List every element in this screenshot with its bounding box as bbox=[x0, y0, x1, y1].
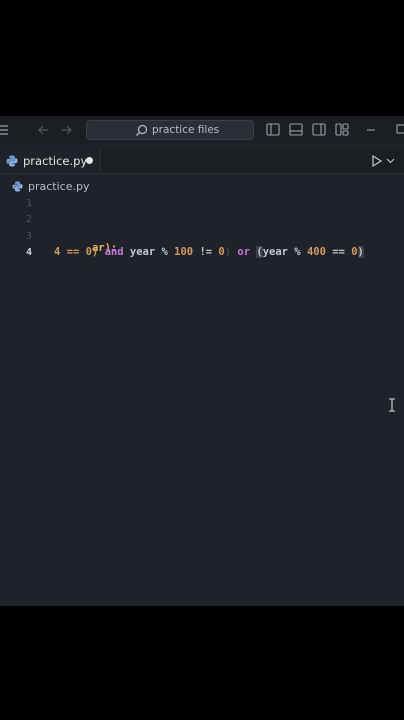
titlebar: practice files bbox=[0, 116, 404, 144]
maximize-icon[interactable] bbox=[396, 123, 404, 135]
tab-label: practice.py bbox=[23, 154, 88, 168]
code-token: 100 bbox=[174, 246, 200, 258]
line-number-active: 4 bbox=[25, 247, 32, 258]
layout-left-icon[interactable] bbox=[266, 123, 280, 136]
run-icon[interactable] bbox=[371, 155, 383, 167]
tab-practice-py[interactable]: practice.py bbox=[0, 149, 101, 173]
code-token: != bbox=[199, 246, 219, 258]
command-search-box[interactable]: practice files bbox=[86, 120, 254, 140]
line-number: 1 bbox=[25, 198, 32, 209]
code-token: 0 bbox=[351, 246, 358, 258]
editor-window: practice files practice.py practice.py 1… bbox=[0, 116, 404, 606]
code-token: 400 bbox=[306, 246, 333, 258]
breadcrumb-file: practice.py bbox=[28, 180, 90, 193]
layout-grid-icon[interactable] bbox=[335, 123, 349, 136]
python-file-icon bbox=[12, 181, 23, 192]
code-token: ) bbox=[357, 246, 364, 258]
minimize-icon[interactable] bbox=[366, 124, 376, 136]
layout-right-icon[interactable] bbox=[312, 123, 326, 136]
code-line-4[interactable]: 4 == 0) and year % 100 != 0) or (year % … bbox=[54, 246, 364, 258]
text-cursor-icon bbox=[389, 398, 395, 412]
python-file-icon bbox=[6, 155, 18, 167]
forward-arrow-icon[interactable] bbox=[61, 124, 73, 136]
chevron-down-icon[interactable] bbox=[386, 157, 395, 165]
code-editor[interactable]: 1 2 3 ar): 4 4 == 0) and year % 100 != 0… bbox=[0, 196, 404, 606]
search-icon bbox=[136, 124, 148, 136]
unsaved-indicator[interactable] bbox=[86, 157, 93, 164]
layout-bottom-icon[interactable] bbox=[289, 123, 303, 136]
code-token: year % bbox=[262, 246, 307, 258]
tab-bar: practice.py bbox=[0, 149, 404, 174]
code-token: ) bbox=[224, 246, 238, 258]
line-number: 3 bbox=[25, 231, 32, 242]
code-token: year % bbox=[129, 246, 175, 258]
menu-icon[interactable] bbox=[0, 124, 10, 136]
code-token: and bbox=[104, 246, 130, 258]
line-number: 2 bbox=[25, 214, 32, 225]
code-token: or bbox=[237, 246, 257, 258]
back-arrow-icon[interactable] bbox=[37, 124, 49, 136]
code-token: == bbox=[332, 246, 352, 258]
code-token: 4 == 0) bbox=[54, 246, 105, 258]
search-text: practice files bbox=[152, 124, 220, 136]
